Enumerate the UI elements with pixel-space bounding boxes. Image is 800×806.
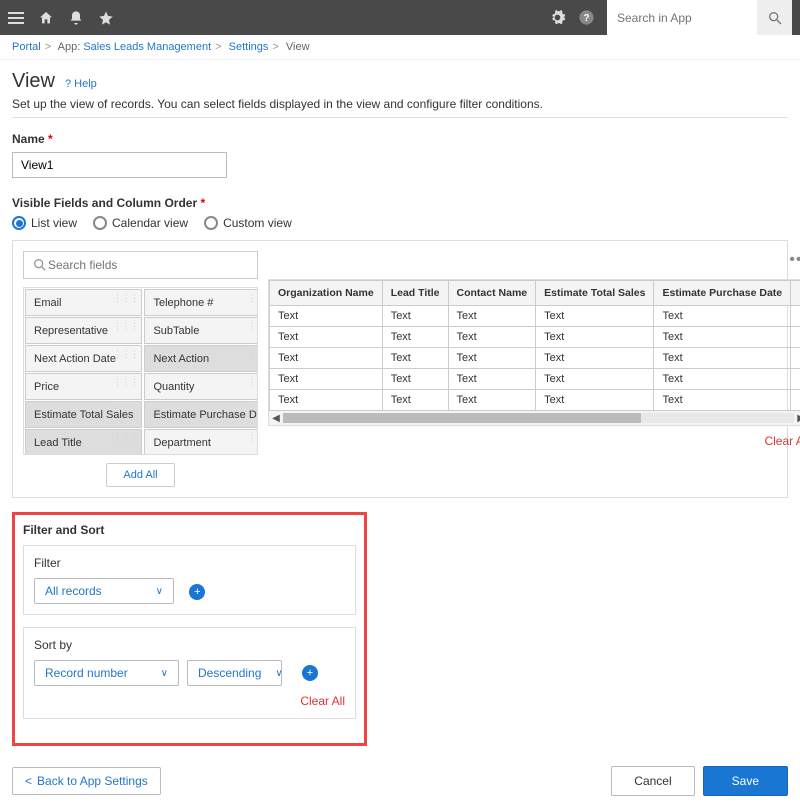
breadcrumb-view: View	[286, 41, 310, 53]
filter-select[interactable]: All records∨	[34, 578, 174, 604]
save-button[interactable]: Save	[703, 766, 788, 796]
help-icon[interactable]: ?	[578, 9, 595, 26]
sort-field-select[interactable]: Record number∨	[34, 660, 179, 686]
filter-sort-title: Filter and Sort	[23, 523, 356, 537]
page-title: View	[12, 70, 55, 93]
clear-all-columns[interactable]: Clear All	[268, 434, 800, 448]
sort-direction-select[interactable]: Descending∨	[187, 660, 282, 686]
breadcrumb: Portal> App: Sales Leads Management> Set…	[0, 35, 800, 60]
field-item[interactable]: Lead Title⋮⋮⋮	[25, 429, 142, 455]
field-item[interactable]: SubTable⋮⋮⋮	[144, 317, 258, 344]
breadcrumb-app[interactable]: Sales Leads Management	[83, 41, 211, 53]
preview-table: Organization NameLead TitleContact NameE…	[269, 280, 800, 411]
search-input[interactable]	[607, 0, 757, 35]
filter-label: Filter	[34, 556, 345, 570]
more-menu[interactable]: •••	[268, 251, 800, 269]
home-icon[interactable]	[38, 10, 54, 26]
name-label: Name *	[12, 132, 788, 146]
field-item[interactable]: Email⋮⋮⋮	[25, 289, 142, 316]
column-header[interactable]: Lead Title	[382, 281, 448, 306]
page-description: Set up the view of records. You can sele…	[12, 97, 788, 111]
sort-label: Sort by	[34, 638, 345, 652]
add-sort-button[interactable]: +	[302, 665, 318, 681]
star-icon[interactable]	[98, 10, 114, 26]
app-search	[607, 0, 792, 35]
breadcrumb-portal[interactable]: Portal	[12, 41, 41, 53]
breadcrumb-settings[interactable]: Settings	[229, 41, 269, 53]
table-row: TextTextTextTextText	[270, 369, 800, 390]
help-link[interactable]: ? Help	[65, 78, 97, 90]
table-row: TextTextTextTextText	[270, 348, 800, 369]
radio-list-view[interactable]: List view	[12, 216, 77, 230]
column-header[interactable]: Organization Name	[270, 281, 383, 306]
search-icon	[32, 257, 48, 273]
columns-label: Visible Fields and Column Order *	[12, 196, 788, 210]
svg-text:?: ?	[583, 13, 589, 24]
name-input[interactable]	[12, 152, 227, 178]
field-item[interactable]: Next Action⋮⋮⋮	[144, 345, 258, 372]
cancel-button[interactable]: Cancel	[611, 766, 694, 796]
bell-icon[interactable]	[68, 10, 84, 26]
search-fields-input[interactable]	[48, 258, 249, 272]
column-header[interactable]: Contact Name	[448, 281, 536, 306]
available-fields: Email⋮⋮⋮Representative⋮⋮⋮Next Action Dat…	[23, 287, 258, 455]
chevron-left-icon: <	[25, 774, 32, 788]
preview-hscroll[interactable]: ◀ ▶	[269, 411, 800, 425]
column-header[interactable]: Estimate Purchase Date	[654, 281, 791, 306]
topbar: ?	[0, 0, 800, 35]
back-button[interactable]: <Back to App Settings	[12, 767, 161, 795]
field-item[interactable]: Department⋮⋮⋮	[144, 429, 258, 455]
menu-icon[interactable]	[8, 12, 24, 24]
add-filter-button[interactable]: +	[189, 584, 205, 600]
column-header[interactable]: Estimate Total Sales	[536, 281, 654, 306]
field-item[interactable]: Quantity⋮⋮⋮	[144, 373, 258, 400]
table-row: TextTextTextTextText	[270, 306, 800, 327]
radio-custom-view[interactable]: Custom view	[204, 216, 292, 230]
search-button[interactable]	[757, 0, 792, 35]
view-designer: Email⋮⋮⋮Representative⋮⋮⋮Next Action Dat…	[12, 240, 788, 498]
add-all-button[interactable]: Add All	[106, 463, 174, 487]
radio-calendar-view[interactable]: Calendar view	[93, 216, 188, 230]
field-item[interactable]: Estimate Total Sales⋮⋮⋮	[25, 401, 142, 428]
field-item[interactable]: Estimate Purchase D…⋮⋮⋮	[144, 401, 258, 428]
filter-sort-section: Filter and Sort Filter All records∨ + So…	[12, 512, 367, 746]
footer: <Back to App Settings Cancel Save	[0, 756, 800, 806]
table-row: TextTextTextTextText	[270, 327, 800, 348]
table-row: TextTextTextTextText	[270, 390, 800, 411]
field-item[interactable]: Price⋮⋮⋮	[25, 373, 142, 400]
field-item[interactable]: Telephone #⋮⋮⋮	[144, 289, 258, 316]
field-item[interactable]: Representative⋮⋮⋮	[25, 317, 142, 344]
breadcrumb-app-prefix: App:	[58, 41, 84, 53]
clear-all-sort[interactable]: Clear All	[34, 694, 345, 708]
field-item[interactable]: Next Action Date⋮⋮⋮	[25, 345, 142, 372]
gear-icon[interactable]	[549, 9, 566, 26]
